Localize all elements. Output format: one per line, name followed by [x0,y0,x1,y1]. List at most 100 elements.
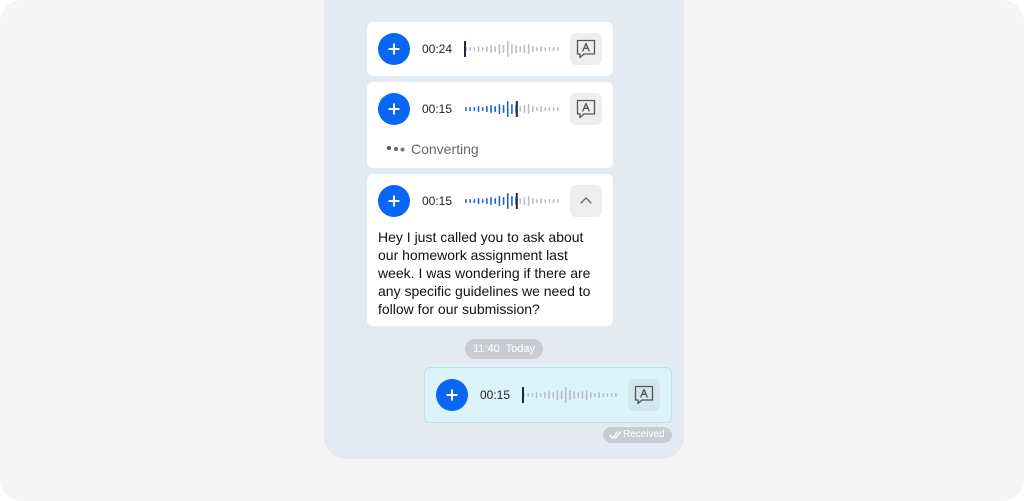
waveform-bar [494,106,497,112]
waveform-bar [502,197,505,205]
waveform-bar [598,392,600,398]
waveform-bar [469,47,471,51]
waveform-bar [581,391,584,399]
transcribe-icon [634,385,654,405]
waveform-bar [490,197,492,205]
play-button[interactable] [436,379,468,411]
play-button[interactable] [378,185,410,217]
voice-duration: 00:15 [480,388,511,402]
waveform-bar [486,106,488,112]
collapse-transcript-button[interactable] [570,185,602,217]
waveform[interactable] [464,41,560,57]
waveform-bar [536,107,538,111]
waveform-bar [506,41,509,57]
waveform-bar [519,198,522,204]
waveform[interactable] [464,101,560,117]
waveform-bar [523,197,526,205]
waveform-bar [506,101,509,117]
voice-player-row: 00:24 [367,22,613,76]
waveform-bar [577,392,580,398]
waveform-bar [540,198,542,204]
waveform-bar [540,46,542,52]
waveform-bar [531,46,534,52]
waveform-bar [490,105,492,113]
waveform-bar [486,198,488,204]
playhead[interactable] [522,387,524,403]
waveform-bar [589,392,592,398]
transcribe-button[interactable] [570,33,602,65]
waveform-bar [486,46,488,52]
waveform-bar [560,391,563,399]
waveform-bar [552,199,555,203]
waveform-bar [557,47,559,51]
waveform-bar [544,47,547,51]
loading-dots-icon [387,146,405,152]
waveform-bar [473,107,476,111]
waveform-bar [552,107,555,111]
playhead[interactable] [515,193,518,209]
timestamp-badge: 11:40 Today [465,339,543,359]
waveform-bar [606,393,609,397]
waveform-bar [548,199,551,203]
playhead[interactable] [464,41,466,57]
voice-player-row: 00:15 [367,82,613,136]
converting-label: Converting [411,141,479,157]
waveform-bar [557,107,559,111]
waveform-bar [481,199,484,203]
transcribe-button[interactable] [570,93,602,125]
waveform-bar [569,390,571,400]
waveform-bar [515,45,517,53]
waveform-bar [548,391,550,399]
waveform[interactable] [464,193,560,209]
delivery-status-label: Received [623,429,665,440]
app-canvas: 00:24 00:15 Converting 00:15 Hey I just … [0,0,1024,501]
waveform-bar [523,105,526,113]
waveform-bar [511,196,513,206]
timestamp-time: 11:40 [473,343,500,355]
waveform-bar [519,106,522,112]
waveform-bar [594,393,596,397]
play-button[interactable] [378,33,410,65]
waveform-bar [481,47,484,51]
waveform-bar [506,193,509,209]
waveform-bar [523,45,526,53]
voice-duration: 00:15 [422,194,453,208]
converting-status: Converting [367,136,613,168]
waveform-bar [535,392,538,398]
waveform-bar [490,45,492,53]
waveform-bar [536,47,538,51]
waveform-bar [511,44,513,54]
waveform-bar [531,106,534,112]
transcribe-button[interactable] [628,379,660,411]
waveform-bar [502,105,505,113]
double-check-icon [609,431,622,439]
voice-message-3: 00:15 Hey I just called you to ask about… [367,174,613,326]
transcribe-icon [576,99,596,119]
waveform-bar [564,387,567,403]
voice-message-1: 00:24 [367,22,613,76]
delivery-status-badge: Received [603,427,672,443]
waveform-bar [557,199,559,203]
play-button[interactable] [378,93,410,125]
transcript-text: Hey I just called you to ask about our h… [378,229,591,317]
voice-player-row: 00:15 [367,174,613,228]
waveform-bar [469,107,471,111]
waveform-bar [552,392,555,398]
waveform-bar [494,198,497,204]
playhead[interactable] [515,101,518,117]
waveform-bar [511,104,513,114]
waveform-bar [527,104,530,114]
waveform-bar [556,390,559,400]
waveform-bar [527,44,530,54]
waveform-bar [548,47,551,51]
waveform-bar [477,106,480,112]
waveform[interactable] [522,387,618,403]
transcribe-icon [576,39,596,59]
waveform-bar [494,46,497,52]
waveform-bar [610,393,613,397]
waveform-bar [531,393,534,397]
voice-duration: 00:15 [422,102,453,116]
sent-voice-message: 00:15 [424,367,672,423]
waveform-bar [469,199,471,203]
waveform-bar [540,106,542,112]
